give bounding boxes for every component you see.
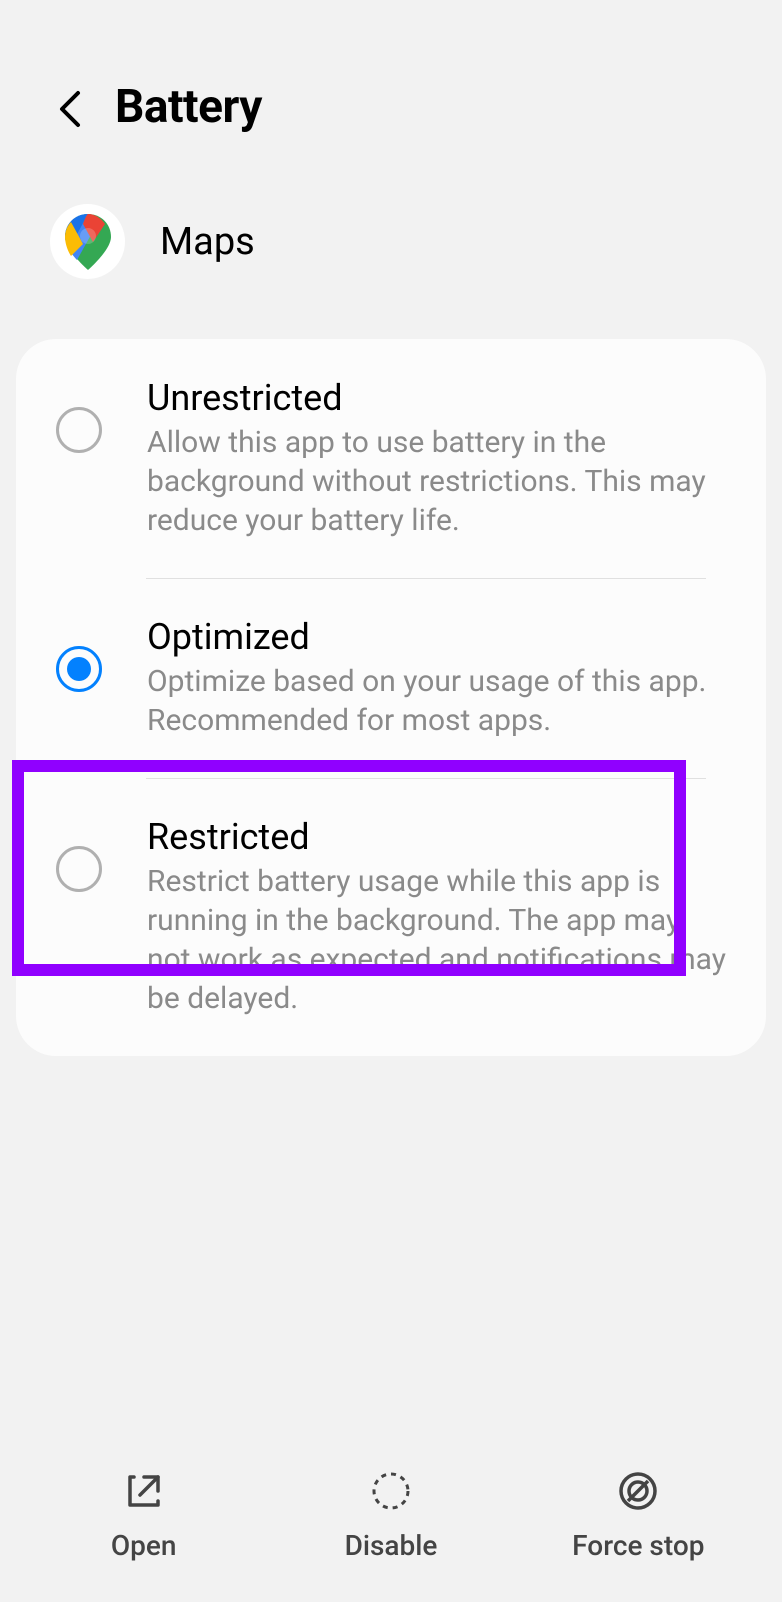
header: Battery: [0, 0, 782, 164]
radio-restricted[interactable]: [56, 846, 102, 892]
option-text: Unrestricted Allow this app to use batte…: [147, 377, 726, 540]
radio-optimized[interactable]: [56, 646, 102, 692]
option-title: Unrestricted: [147, 377, 726, 419]
disable-label: Disable: [345, 1529, 438, 1562]
force-stop-label: Force stop: [572, 1529, 704, 1562]
app-name: Maps: [160, 220, 255, 264]
option-unrestricted[interactable]: Unrestricted Allow this app to use batte…: [16, 339, 766, 578]
option-restricted[interactable]: Restricted Restrict battery usage while …: [16, 778, 766, 1056]
page-title: Battery: [115, 80, 262, 134]
force-stop-icon: [616, 1469, 660, 1513]
back-button[interactable]: [50, 89, 90, 129]
option-description: Allow this app to use battery in the bac…: [147, 423, 726, 540]
disable-icon: [369, 1469, 413, 1513]
app-icon: [50, 204, 125, 279]
force-stop-button[interactable]: Force stop: [515, 1469, 762, 1562]
options-card: Unrestricted Allow this app to use batte…: [16, 339, 766, 1056]
option-text: Restricted Restrict battery usage while …: [147, 816, 726, 1018]
open-button[interactable]: Open: [20, 1469, 267, 1562]
open-icon: [122, 1469, 166, 1513]
option-title: Restricted: [147, 816, 726, 858]
app-info: Maps: [0, 164, 782, 339]
option-optimized[interactable]: Optimized Optimize based on your usage o…: [16, 578, 766, 778]
option-description: Optimize based on your usage of this app…: [147, 662, 726, 740]
option-text: Optimized Optimize based on your usage o…: [147, 616, 726, 740]
option-description: Restrict battery usage while this app is…: [147, 862, 726, 1018]
open-label: Open: [111, 1529, 177, 1562]
chevron-left-icon: [58, 89, 82, 129]
option-title: Optimized: [147, 616, 726, 658]
disable-button[interactable]: Disable: [267, 1469, 514, 1562]
bottom-bar: Open Disable Force stop: [0, 1439, 782, 1602]
radio-unrestricted[interactable]: [56, 407, 102, 453]
maps-pin-icon: [65, 214, 111, 270]
